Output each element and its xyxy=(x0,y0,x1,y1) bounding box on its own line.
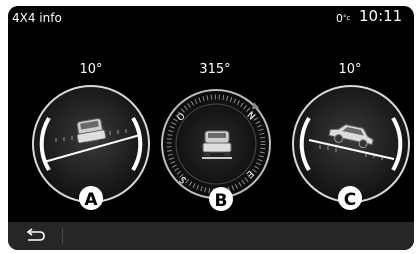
display: 4X4 info 0°c 10:11 10° A 315° N E S O B … xyxy=(8,6,414,250)
bottom-bar-divider xyxy=(62,228,63,244)
heading-marker-icon xyxy=(252,102,259,109)
car-top-icon xyxy=(202,130,232,156)
pitch-value: 10° xyxy=(79,62,102,77)
marker-a-label: A xyxy=(84,190,98,210)
roll-value: 10° xyxy=(338,62,361,77)
marker-c-label: C xyxy=(344,190,356,210)
bottom-bar xyxy=(8,222,414,250)
pitch-dial-ring xyxy=(32,85,150,203)
compass-gauge: 315° N E S O B xyxy=(161,62,271,211)
compass-value: 315° xyxy=(199,62,230,77)
back-button[interactable] xyxy=(20,226,50,246)
roll-gauge: 10° C xyxy=(292,62,410,210)
roll-dial-ring xyxy=(292,85,410,203)
marker-b-label: B xyxy=(215,191,228,211)
screen: 4X4 info 0°c 10:11 10° A 315° N E S O B … xyxy=(0,0,418,254)
pitch-gauge: 10° A xyxy=(32,62,150,210)
back-arrow-icon xyxy=(26,228,45,241)
gauges-panel: 10° A 315° N E S O B 10° C xyxy=(32,62,410,211)
